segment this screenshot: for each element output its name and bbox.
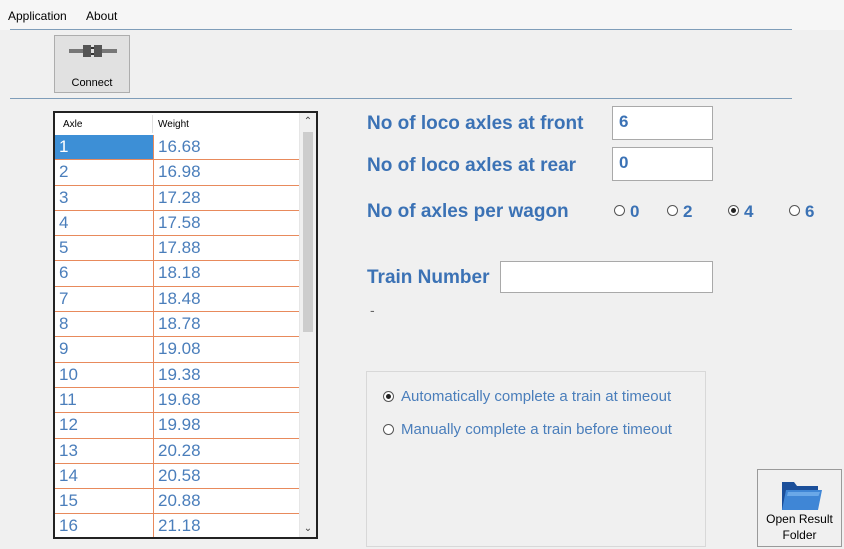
table-row[interactable]: 16 21.18 <box>55 514 300 537</box>
table-row[interactable]: 11 19.68 <box>55 387 300 414</box>
cell-axle[interactable]: 2 <box>55 160 154 185</box>
cell-weight[interactable]: 17.28 <box>154 185 300 210</box>
cell-axle[interactable]: 10 <box>55 362 154 387</box>
radio-6-label: 6 <box>805 202 815 221</box>
manual-complete-label: Manually complete a train before timeout <box>401 421 672 438</box>
radio-2-circle[interactable] <box>667 205 678 216</box>
table-row[interactable]: 6 18.18 <box>55 261 300 287</box>
train-number-input[interactable] <box>500 261 713 293</box>
cell-weight[interactable]: 19.98 <box>154 413 300 438</box>
cell-weight[interactable]: 17.88 <box>154 236 300 261</box>
open-result-label: Open Result Folder <box>758 511 841 543</box>
manual-complete-radio[interactable] <box>383 424 394 435</box>
cell-axle[interactable]: 9 <box>55 337 154 362</box>
cell-weight[interactable]: 20.58 <box>154 463 300 489</box>
status-dash: - <box>370 302 375 318</box>
scroll-thumb[interactable] <box>303 132 313 332</box>
table-row[interactable]: 13 20.28 <box>55 438 300 464</box>
cell-axle[interactable]: 13 <box>55 438 154 463</box>
loco-front-input[interactable]: 6 <box>612 106 713 140</box>
table-row[interactable]: 14 20.58 <box>55 463 300 490</box>
cell-weight[interactable]: 17.58 <box>154 210 300 236</box>
cell-axle[interactable]: 4 <box>55 210 154 236</box>
table-row[interactable]: 4 17.58 <box>55 210 300 237</box>
scroll-up-arrow-icon[interactable]: ⌃ <box>300 113 316 130</box>
cell-axle[interactable]: 3 <box>55 185 154 210</box>
loco-rear-label: No of loco axles at rear <box>367 155 577 176</box>
grid-scrollbar[interactable]: ⌃ ⌄ <box>299 113 316 537</box>
grid-header: Axle Weight <box>55 113 300 135</box>
cell-weight[interactable]: 20.88 <box>154 489 300 514</box>
plug-connect-icon <box>69 45 117 57</box>
menu-about[interactable]: About <box>86 9 117 23</box>
folder-icon <box>782 482 822 510</box>
radio-4-label: 4 <box>744 202 754 221</box>
radio-0-circle[interactable] <box>614 205 625 216</box>
open-result-line2: Folder <box>782 528 817 542</box>
open-result-line1: Open Result <box>766 512 833 526</box>
wagon-axles-label: No of axles per wagon <box>367 201 569 222</box>
cell-axle[interactable]: 8 <box>55 312 154 337</box>
header-weight[interactable]: Weight <box>158 119 189 130</box>
cell-axle[interactable]: 15 <box>55 489 154 514</box>
menu-bar: Application About <box>0 0 844 30</box>
cell-weight[interactable]: 18.78 <box>154 312 300 337</box>
cell-weight[interactable]: 21.18 <box>154 514 300 537</box>
radio-2-label: 2 <box>683 202 693 221</box>
axle-weight-grid[interactable]: Axle Weight 1 16.68 2 16.98 3 17.28 4 17.58 5 17.… <box>53 111 318 539</box>
cell-axle[interactable]: 12 <box>55 413 154 438</box>
cell-weight[interactable]: 16.68 <box>154 135 300 160</box>
table-row[interactable]: 5 17.88 <box>55 236 300 262</box>
cell-weight[interactable]: 20.28 <box>154 438 300 463</box>
menu-application[interactable]: Application <box>8 9 67 23</box>
toolbar-divider <box>10 98 792 99</box>
cell-weight[interactable]: 18.18 <box>154 261 300 286</box>
cell-weight[interactable]: 18.48 <box>154 286 300 312</box>
scroll-down-arrow-icon[interactable]: ⌄ <box>300 520 316 537</box>
table-row[interactable]: 7 18.48 <box>55 286 300 313</box>
grid-rows: 1 16.68 2 16.98 3 17.28 4 17.58 5 17.88 6 18.18 7 18.… <box>55 135 300 537</box>
cell-weight[interactable]: 19.08 <box>154 337 300 362</box>
radio-0-label: 0 <box>630 202 640 221</box>
table-row[interactable]: 10 19.38 <box>55 362 300 388</box>
auto-complete-radio[interactable] <box>383 391 394 402</box>
cell-weight[interactable]: 16.98 <box>154 160 300 185</box>
cell-axle[interactable]: 6 <box>55 261 154 286</box>
table-row[interactable]: 3 17.28 <box>55 185 300 211</box>
radio-4-circle[interactable] <box>728 205 739 216</box>
menu-divider <box>10 29 792 30</box>
radio-6-circle[interactable] <box>789 205 800 216</box>
table-row[interactable]: 2 16.98 <box>55 160 300 186</box>
auto-complete-label: Automatically complete a train at timeou… <box>401 388 672 405</box>
connect-label: Connect <box>71 77 113 89</box>
cell-axle[interactable]: 16 <box>55 514 154 537</box>
cell-axle[interactable]: 7 <box>55 286 154 312</box>
table-row[interactable]: 8 18.78 <box>55 312 300 338</box>
loco-rear-input[interactable]: 0 <box>612 147 713 181</box>
loco-front-label: No of loco axles at front <box>367 113 584 134</box>
open-result-folder-button[interactable]: Open Result Folder <box>757 469 842 547</box>
connect-button[interactable]: Connect <box>54 35 130 93</box>
table-row[interactable]: 1 16.68 <box>55 135 300 161</box>
table-row[interactable]: 15 20.88 <box>55 489 300 515</box>
cell-axle[interactable]: 5 <box>55 236 154 261</box>
cell-weight[interactable]: 19.68 <box>154 387 300 413</box>
cell-weight[interactable]: 19.38 <box>154 362 300 387</box>
table-row[interactable]: 12 19.98 <box>55 413 300 439</box>
header-divider <box>152 115 153 133</box>
cell-axle[interactable]: 14 <box>55 463 154 489</box>
completion-groupbox: Automatically complete a train at timeou… <box>366 371 706 547</box>
table-row[interactable]: 9 19.08 <box>55 337 300 363</box>
train-number-label: Train Number <box>367 267 490 288</box>
header-axle[interactable]: Axle <box>63 119 82 130</box>
cell-axle[interactable]: 1 <box>55 135 154 160</box>
cell-axle[interactable]: 11 <box>55 387 154 413</box>
